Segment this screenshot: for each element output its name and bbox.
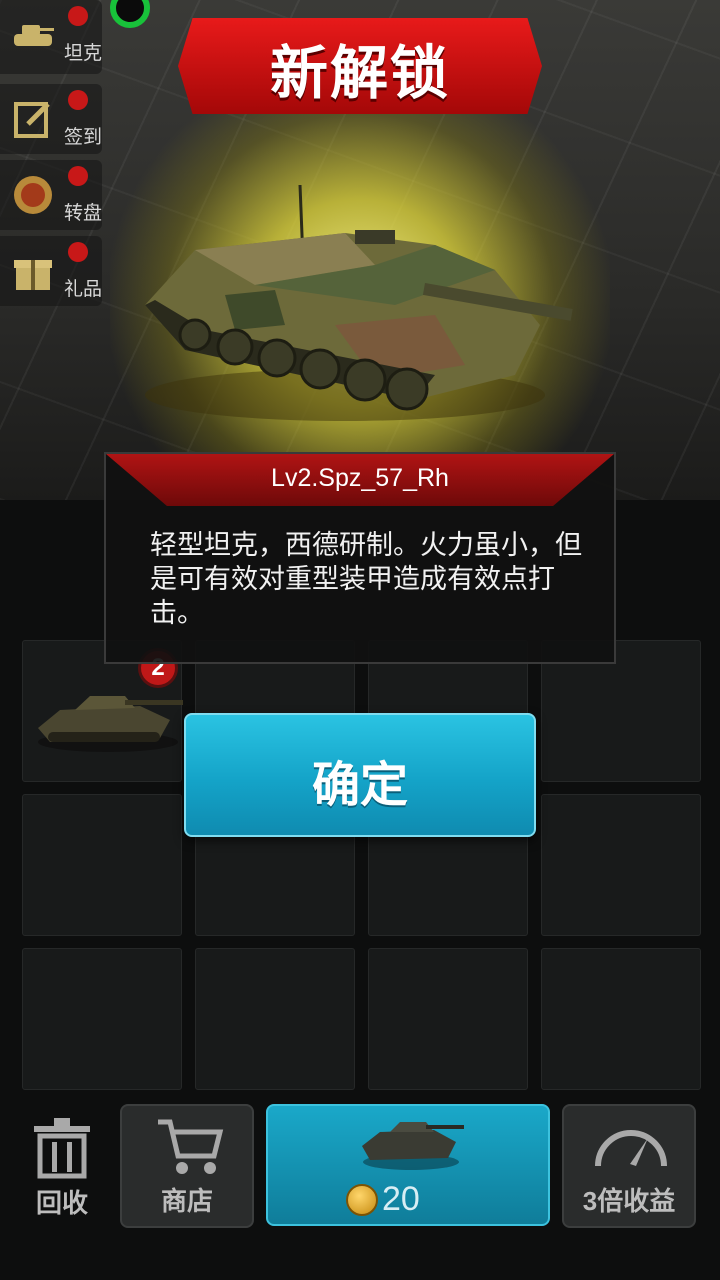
grid-slot[interactable] — [541, 948, 701, 1090]
trash-icon — [34, 1118, 90, 1179]
recycle-button[interactable]: 回收 — [22, 1108, 102, 1228]
coin-icon — [346, 1184, 378, 1216]
side-item-label: 坦克 — [64, 43, 103, 64]
unlock-title: 新解锁 — [269, 41, 450, 106]
cart-icon — [158, 1119, 224, 1174]
side-item-label: 转盘 — [64, 203, 103, 224]
grid-slot[interactable] — [22, 948, 182, 1090]
confirm-button-label: 确定 — [311, 759, 408, 812]
notification-dot — [68, 6, 88, 26]
side-item-label: 礼品 — [64, 279, 103, 300]
tank-icon — [362, 1122, 464, 1170]
shop-label: 商店 — [160, 1186, 213, 1216]
notification-dot — [68, 166, 88, 186]
income-label: 3倍收益 — [582, 1186, 676, 1216]
buy-price: 20 — [382, 1180, 420, 1218]
gift-icon — [14, 260, 52, 290]
recycle-label: 回收 — [35, 1188, 88, 1218]
tank-description: 轻型坦克，西德研制。火力虽小，但是可有效对重型装甲造成有效点打击。 — [150, 530, 582, 628]
shop-button[interactable]: 商店 — [120, 1104, 254, 1228]
tank-name: Lv2.Spz_57_Rh — [271, 464, 449, 492]
grid-slot[interactable] — [22, 794, 182, 936]
grid-slot[interactable] — [541, 794, 701, 936]
speedometer-icon — [595, 1130, 667, 1167]
checkin-icon — [14, 102, 50, 138]
buy-tank-button[interactable]: 20 — [266, 1104, 550, 1226]
notification-dot — [68, 242, 88, 262]
unlocked-tank-image — [145, 184, 573, 421]
tank-info-panel: Lv2.Spz_57_Rh 轻型坦克，西德研制。火力虽小，但是可有效对重型装甲造… — [104, 452, 616, 664]
confirm-button[interactable]: 确定 — [184, 713, 536, 837]
notification-dot — [68, 90, 88, 110]
side-item-gift[interactable]: 礼品 — [0, 236, 102, 306]
side-item-tank[interactable]: 坦克 — [0, 0, 102, 74]
side-item-label: 签到 — [64, 127, 103, 148]
side-item-wheel[interactable]: 转盘 — [0, 160, 102, 230]
grid-slot[interactable] — [368, 948, 528, 1090]
tank-icon — [14, 25, 54, 46]
grid-tank-icon[interactable] — [30, 680, 185, 760]
wheel-icon — [14, 176, 52, 214]
triple-income-button[interactable]: 3倍收益 — [562, 1104, 696, 1228]
grid-slot[interactable] — [195, 948, 355, 1090]
side-item-checkin[interactable]: 签到 — [0, 84, 102, 154]
